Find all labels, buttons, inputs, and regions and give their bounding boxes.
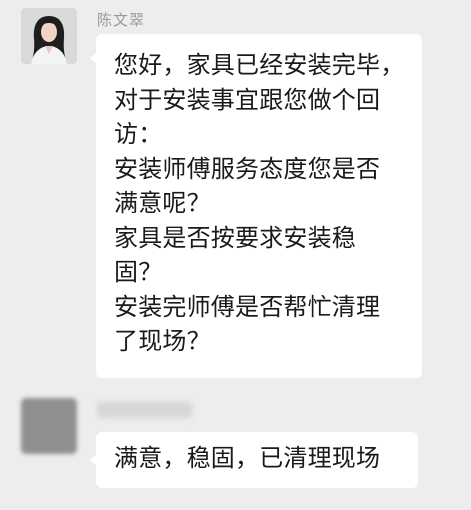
message-line: 安装师傅服务态度您是否 [114, 154, 381, 183]
message-line: 访： [114, 120, 163, 148]
message-line: 您好，家具已经安装完毕， [114, 51, 405, 79]
bubble-tail [90, 52, 97, 64]
message-text: 满意，稳固，已清理现场 [114, 441, 380, 476]
sender-name: 陈文翠 [97, 11, 146, 29]
message-line: 家具是否按要求安装稳 [114, 223, 356, 252]
avatar-chen-wencui[interactable] [21, 8, 77, 64]
message-line: 固？ [114, 258, 163, 286]
message-text: 您好，家具已经安装完毕， 对于安装事宜跟您做个回 访： 安装师傅服务态度您是否 … [114, 48, 404, 359]
message-line: 满意呢？ [114, 189, 211, 217]
avatar-blurred[interactable] [21, 398, 77, 454]
message-bubble[interactable]: 满意，稳固，已清理现场 [90, 432, 418, 488]
message-line: 了现场？ [114, 327, 211, 355]
sender-name-blurred [97, 402, 192, 418]
message-line: 对于安装事宜跟您做个回 [114, 85, 381, 114]
bubble-tail [90, 454, 97, 466]
message-bubble[interactable]: 您好，家具已经安装完毕， 对于安装事宜跟您做个回 访： 安装师傅服务态度您是否 … [90, 34, 422, 378]
message-line: 满意，稳固，已清理现场 [114, 444, 381, 472]
avatar-portrait-icon [21, 8, 77, 64]
message-line: 安装完师傅是否帮忙清理 [114, 292, 381, 321]
